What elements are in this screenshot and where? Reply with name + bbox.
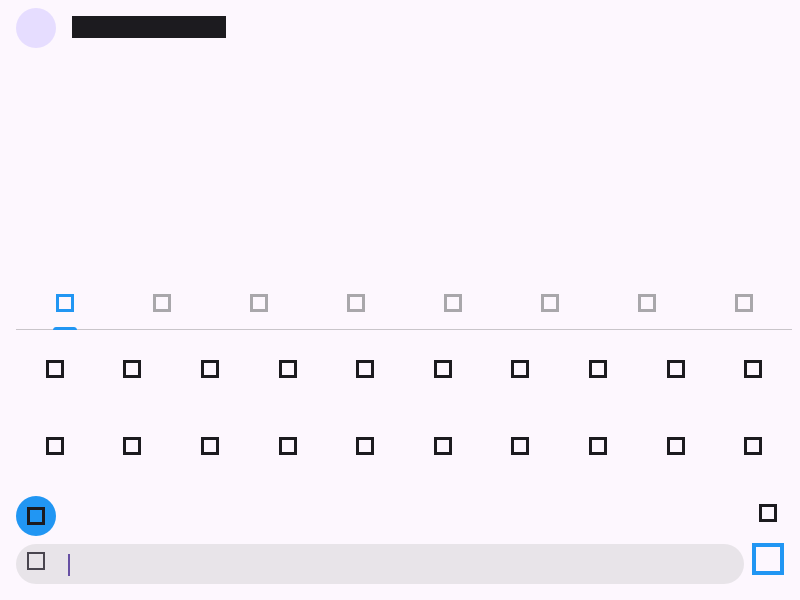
tab-category-7[interactable]: [598, 280, 695, 329]
emoji-category-icon: [540, 293, 559, 312]
emoji-glyph-icon: [511, 436, 530, 455]
emoji-glyph-icon: [200, 359, 219, 378]
emoji-item[interactable]: [249, 407, 327, 484]
tab-category-2[interactable]: [113, 280, 210, 329]
tab-category-3[interactable]: [210, 280, 307, 329]
emoji-category-icon: [55, 293, 74, 312]
emoji-glyph-icon: [356, 359, 375, 378]
emoji-category-icon: [249, 293, 268, 312]
avatar[interactable]: [16, 8, 56, 48]
emoji-glyph-icon: [278, 436, 297, 455]
emoji-glyph-icon: [45, 436, 64, 455]
tab-category-5[interactable]: [404, 280, 501, 329]
text-caret: [68, 554, 70, 576]
emoji-item[interactable]: [171, 407, 249, 484]
emoji-glyph-icon: [588, 359, 607, 378]
emoji-item[interactable]: [16, 407, 94, 484]
emoji-item[interactable]: [637, 407, 715, 484]
emoji-item[interactable]: [94, 330, 172, 407]
page-title: [72, 16, 226, 38]
emoji-item[interactable]: [637, 330, 715, 407]
emoji-item[interactable]: [714, 407, 792, 484]
emoji-toggle-icon: [27, 507, 45, 525]
message-input[interactable]: [72, 552, 732, 576]
emoji-category-icon: [734, 293, 753, 312]
emoji-item[interactable]: [559, 407, 637, 484]
emoji-item[interactable]: [94, 407, 172, 484]
emoji-glyph-icon: [123, 436, 142, 455]
emoji-category-icon: [152, 293, 171, 312]
emoji-grid: [16, 330, 792, 484]
backspace-button[interactable]: [758, 503, 778, 523]
emoji-glyph-icon: [588, 436, 607, 455]
emoji-item[interactable]: [482, 330, 560, 407]
emoji-item[interactable]: [714, 330, 792, 407]
emoji-item[interactable]: [482, 407, 560, 484]
emoji-item[interactable]: [171, 330, 249, 407]
emoji-toggle-button[interactable]: [16, 496, 56, 536]
emoji-glyph-icon: [123, 359, 142, 378]
emoji-item[interactable]: [404, 407, 482, 484]
emoji-glyph-icon: [744, 359, 763, 378]
emoji-category-tabs: [16, 280, 792, 330]
tab-category-1[interactable]: [16, 280, 113, 330]
send-button[interactable]: [752, 543, 784, 575]
emoji-item[interactable]: [404, 330, 482, 407]
message-input-bar: [16, 544, 744, 584]
emoji-glyph-icon: [744, 436, 763, 455]
emoji-category-icon: [443, 293, 462, 312]
emoji-glyph-icon: [511, 359, 530, 378]
emoji-icon[interactable]: [27, 552, 45, 570]
tab-category-4[interactable]: [307, 280, 404, 329]
emoji-item[interactable]: [249, 330, 327, 407]
emoji-glyph-icon: [356, 436, 375, 455]
emoji-item[interactable]: [559, 330, 637, 407]
emoji-glyph-icon: [433, 436, 452, 455]
backspace-icon: [759, 504, 777, 522]
emoji-category-icon: [637, 293, 656, 312]
emoji-item[interactable]: [326, 407, 404, 484]
emoji-category-icon: [346, 293, 365, 312]
emoji-glyph-icon: [666, 359, 685, 378]
emoji-item[interactable]: [16, 330, 94, 407]
tab-category-8[interactable]: [695, 280, 792, 329]
emoji-glyph-icon: [45, 359, 64, 378]
tab-category-6[interactable]: [501, 280, 598, 329]
emoji-glyph-icon: [666, 436, 685, 455]
emoji-glyph-icon: [200, 436, 219, 455]
emoji-glyph-icon: [278, 359, 297, 378]
emoji-glyph-icon: [433, 359, 452, 378]
emoji-item[interactable]: [326, 330, 404, 407]
